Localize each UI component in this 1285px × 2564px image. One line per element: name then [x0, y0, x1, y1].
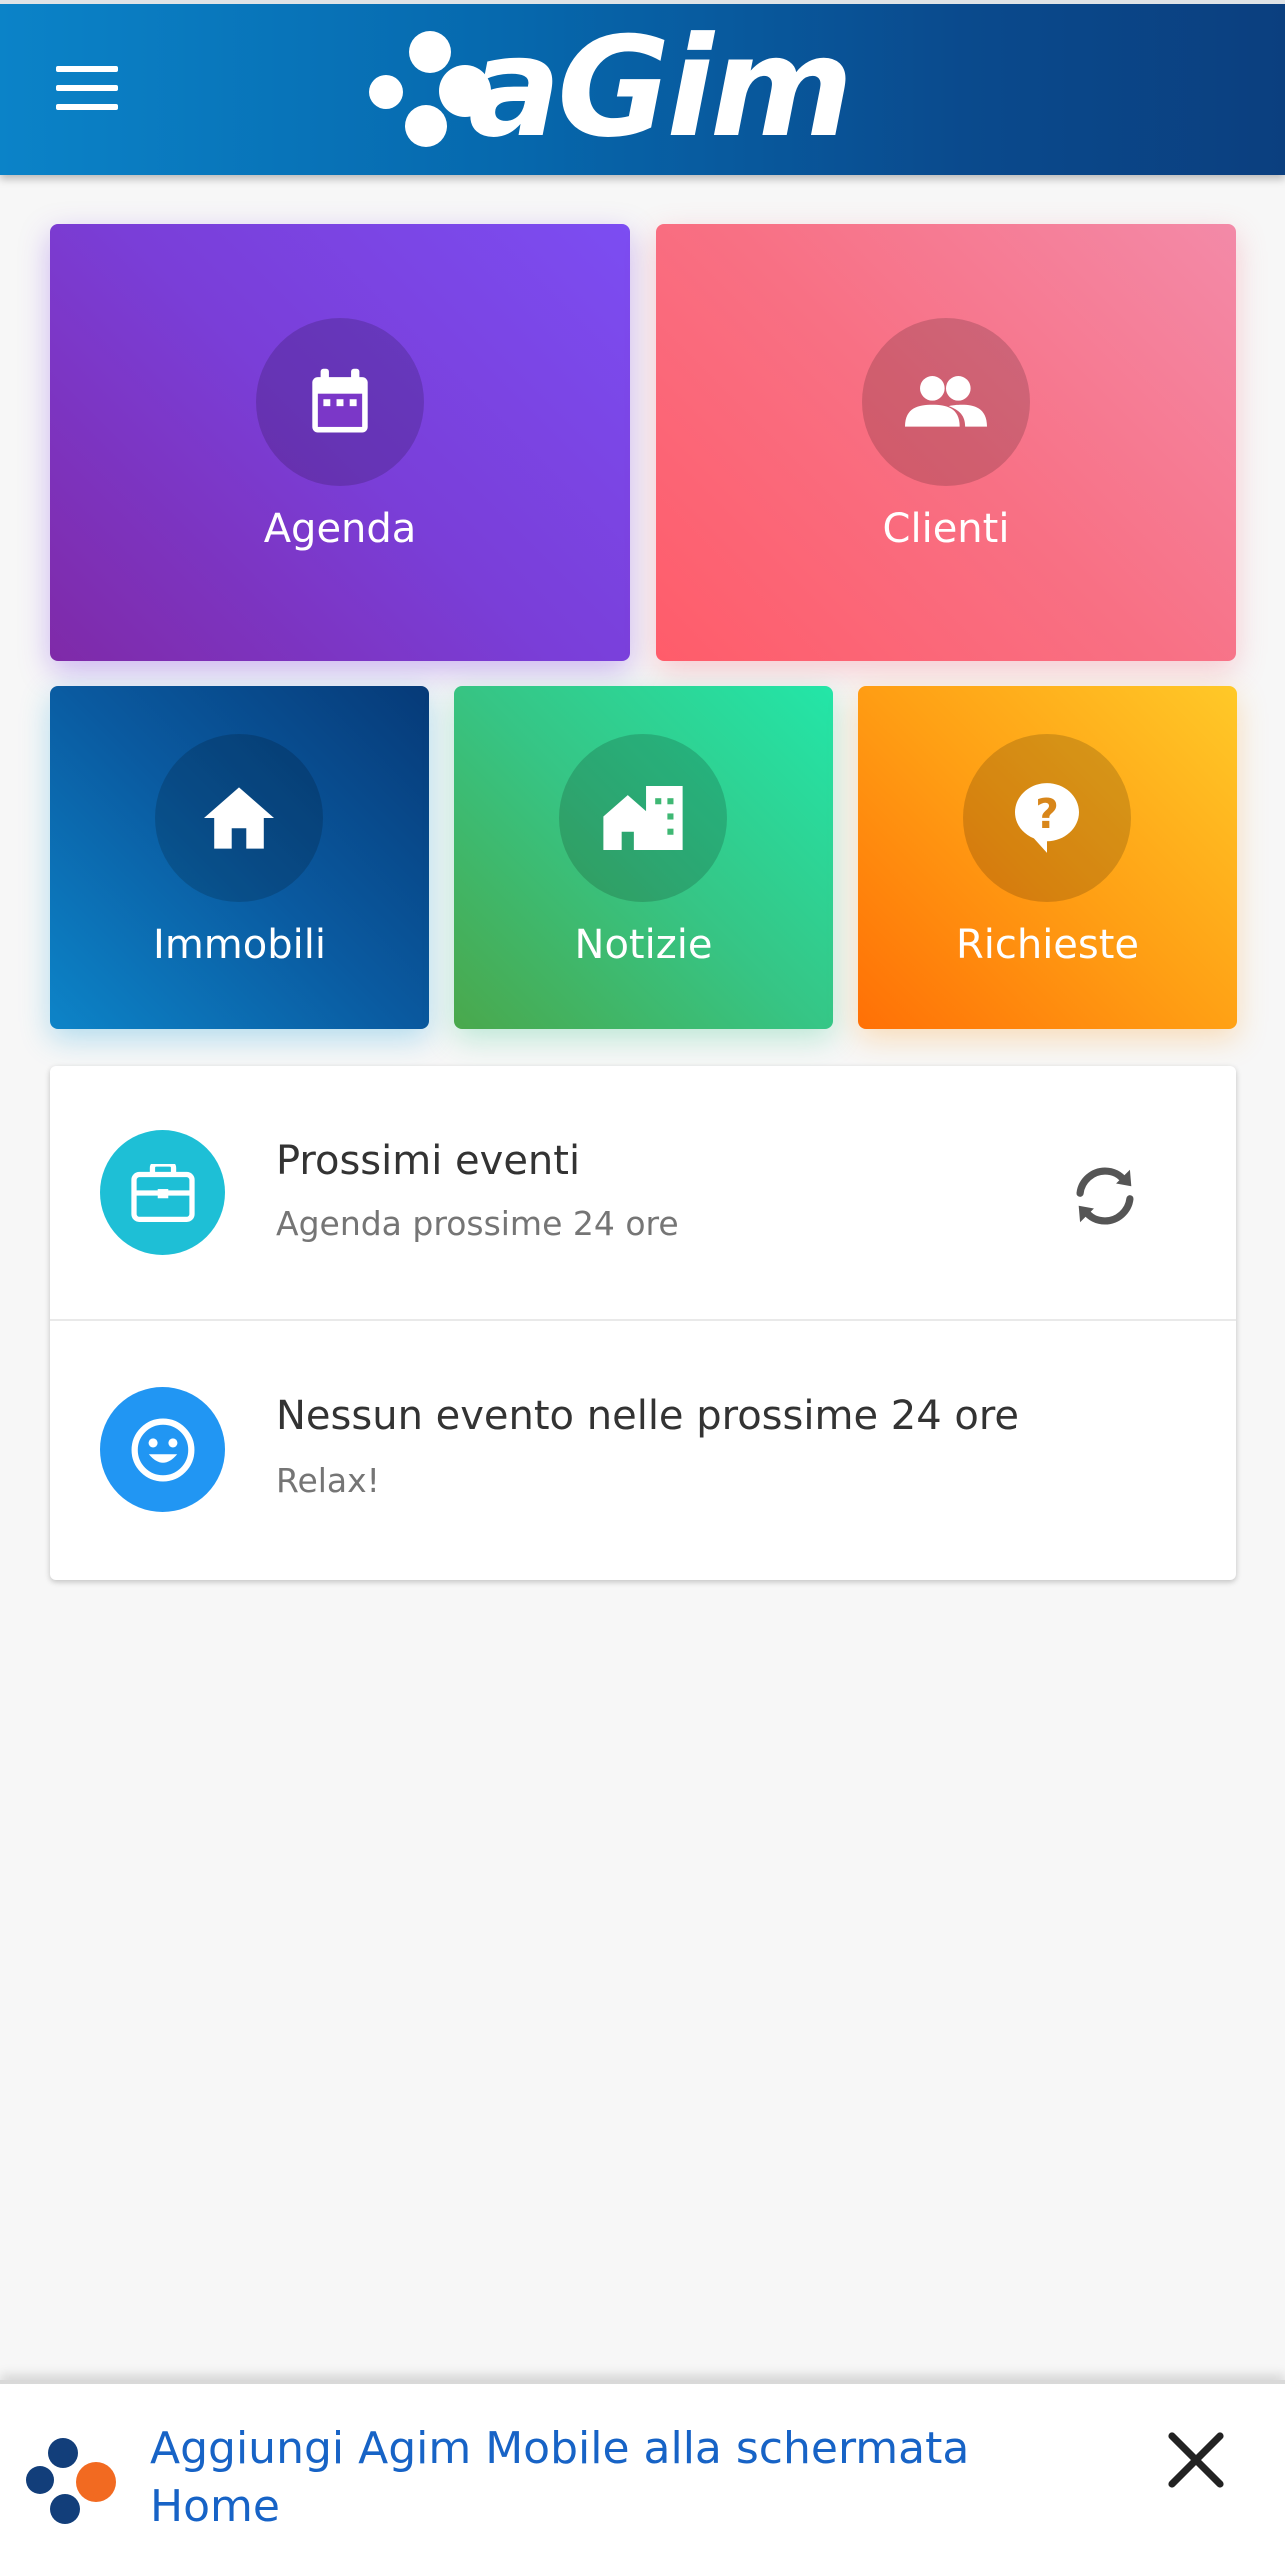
tile-label: Agenda: [263, 506, 417, 552]
agim-logo: aGim: [365, 7, 853, 168]
smiley-icon: [100, 1387, 225, 1512]
tile-clienti[interactable]: Clienti: [656, 224, 1236, 661]
tile-notizie[interactable]: Notizie: [454, 686, 833, 1029]
tile-label: Richieste: [955, 922, 1140, 968]
logo-dots: [365, 23, 491, 153]
svg-text:?: ?: [1035, 790, 1059, 838]
tile-label: Immobili: [153, 922, 326, 968]
tile-agenda[interactable]: Agenda: [50, 224, 630, 661]
events-subtitle: Agenda prossime 24 ore: [276, 1204, 679, 1243]
install-banner: Aggiungi Agim Mobile alla schermata Home: [0, 2380, 1285, 2564]
tile-label: Clienti: [882, 506, 1010, 552]
tile-richieste[interactable]: ? Richieste: [858, 686, 1237, 1029]
empty-subtitle: Relax!: [276, 1461, 380, 1500]
people-icon: [862, 318, 1030, 486]
question-icon: ?: [963, 734, 1131, 902]
briefcase-icon: [100, 1130, 225, 1255]
refresh-icon[interactable]: [1065, 1156, 1145, 1236]
tile-immobili[interactable]: Immobili: [50, 686, 429, 1029]
events-empty-row: Nessun evento nelle prossime 24 ore Rela…: [50, 1321, 1236, 1580]
agim-app-icon: [24, 2432, 128, 2536]
calendar-icon: [256, 318, 424, 486]
events-header-row: Prossimi eventi Agenda prossime 24 ore: [50, 1066, 1236, 1319]
home-icon: [155, 734, 323, 902]
logo-wordmark: aGim: [468, 7, 853, 168]
app-bar: aGim: [0, 0, 1285, 175]
menu-icon[interactable]: [56, 66, 118, 110]
add-to-home-link[interactable]: Aggiungi Agim Mobile alla schermata Home: [150, 2420, 1030, 2536]
empty-title: Nessun evento nelle prossime 24 ore: [276, 1393, 1020, 1439]
events-title: Prossimi eventi: [276, 1138, 581, 1184]
events-card: Prossimi eventi Agenda prossime 24 ore N…: [50, 1066, 1236, 1580]
close-icon[interactable]: [1160, 2424, 1232, 2496]
tile-label: Notizie: [574, 922, 713, 968]
buildings-icon: [559, 734, 727, 902]
